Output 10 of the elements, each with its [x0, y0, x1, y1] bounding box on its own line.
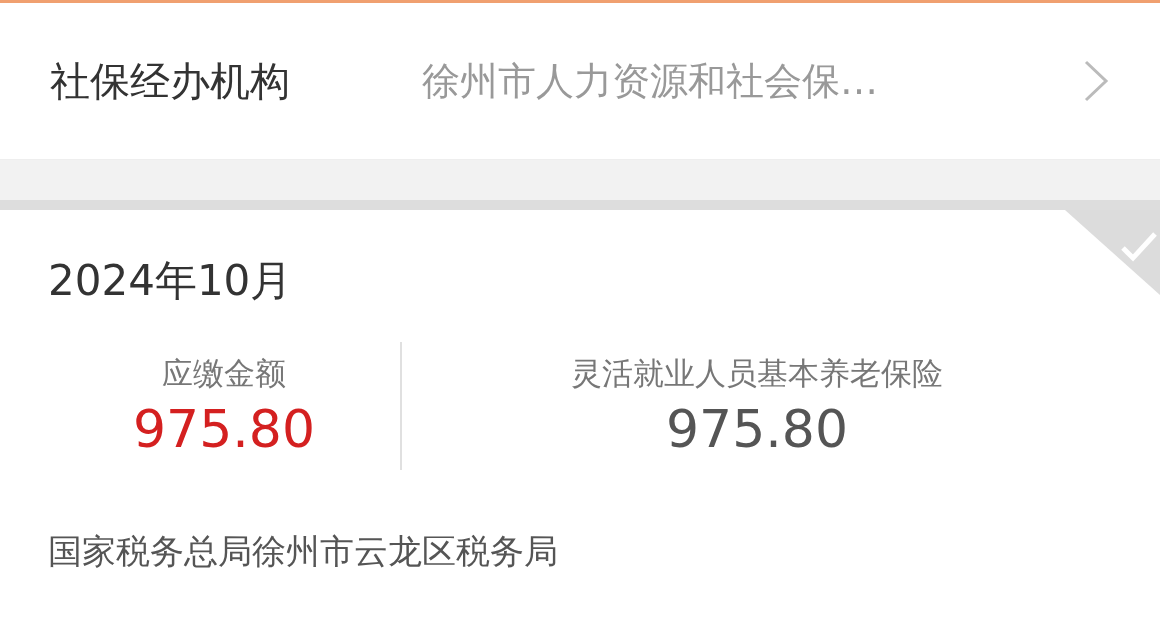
- institution-value: 徐州市人力资源和社会保…: [422, 57, 879, 105]
- item-label: 灵活就业人员基本养老保险: [571, 354, 943, 394]
- institution-label: 社保经办机构: [50, 57, 291, 106]
- tax-authority: 国家税务总局徐州市云龙区税务局: [48, 530, 559, 573]
- chevron-right-icon: [1082, 58, 1110, 104]
- item-value: 975.80: [666, 397, 848, 461]
- amount-due-label: 应缴金额: [162, 354, 286, 394]
- amount-due-value: 975.80: [133, 397, 315, 461]
- period-title: 2024年10月: [48, 260, 294, 302]
- institution-row[interactable]: 社保经办机构 徐州市人力资源和社会保…: [0, 3, 1160, 160]
